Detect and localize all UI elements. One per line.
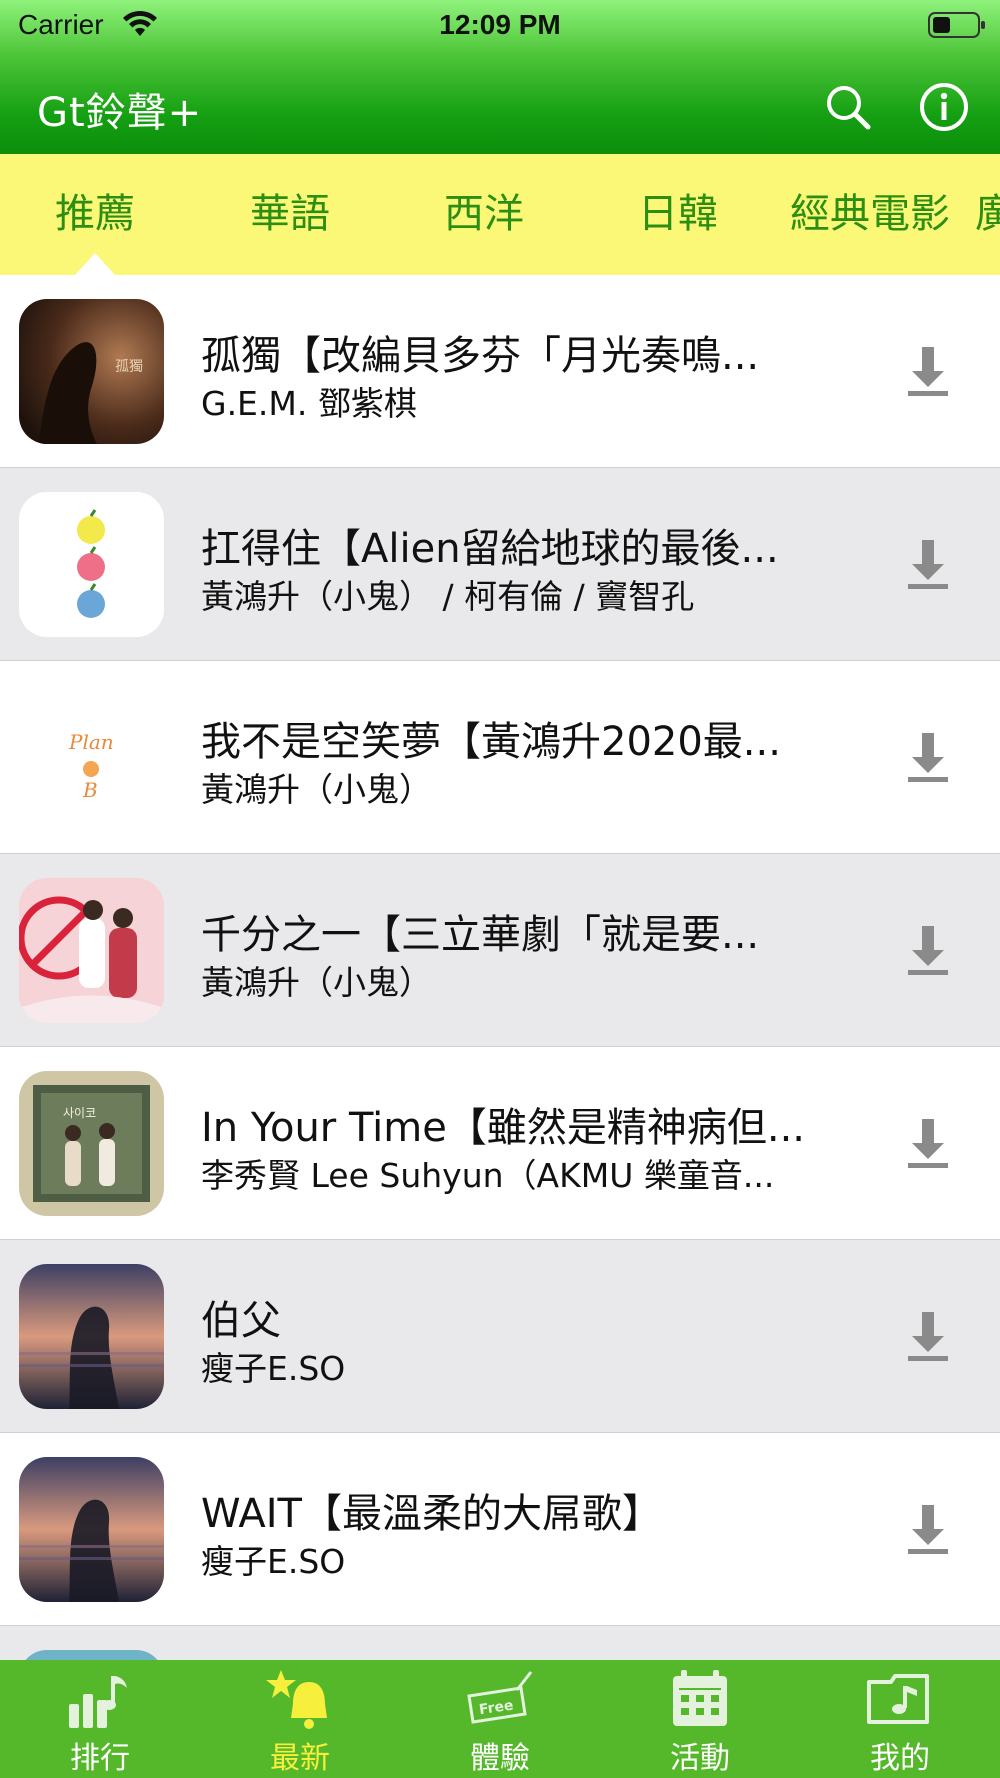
tab-japanese-korean[interactable]: 日韓 [581, 154, 775, 275]
album-art [19, 1650, 164, 1660]
star-bell-icon [266, 1670, 327, 1729]
free-ticket-icon: Free [467, 1671, 533, 1724]
album-art [19, 492, 164, 637]
download-icon[interactable] [904, 731, 952, 783]
selected-tab-indicator [75, 253, 115, 275]
bottom-tab-bar: 排行 最新 Free 體驗 活動 我的 [0, 1660, 1000, 1778]
tab-label: 體驗 [470, 1741, 530, 1776]
tab-cantonese[interactable]: 廣 [975, 154, 1000, 275]
song-row[interactable]: 千分之一【三立華劇「就是要... 黃鴻升（小鬼） [0, 854, 1000, 1047]
tab-label: 最新 [270, 1741, 330, 1776]
tab-label: 排行 [70, 1741, 130, 1776]
download-icon[interactable] [904, 1503, 952, 1555]
song-artist: 黃鴻升（小鬼） [201, 963, 432, 1002]
song-row[interactable]: Plan B 我不是空笑夢【黃鴻升2020最... 黃鴻升（小鬼） [0, 661, 1000, 854]
song-row[interactable]: 孤獨 孤獨【改編貝多芬「月光奏鳴... G.E.M. 鄧紫棋 [0, 275, 1000, 468]
app-screen: Carrier 12:09 PM Gt鈴聲+ 推薦 華語 西洋 日韓 經典電影 … [0, 0, 1000, 1778]
tab-experience[interactable]: Free 體驗 [400, 1660, 600, 1778]
tab-events[interactable]: 活動 [600, 1660, 800, 1778]
song-row[interactable]: 扛得住【Alien留給地球的最後... 黃鴻升（小鬼） / 柯有倫 / 竇智孔 [0, 468, 1000, 661]
download-icon[interactable] [904, 345, 952, 397]
album-art: Plan B [19, 685, 164, 830]
download-icon[interactable] [904, 1310, 952, 1362]
song-title: 扛得住【Alien留給地球的最後... [201, 526, 779, 572]
tab-label: 我的 [870, 1741, 930, 1776]
svg-text:사이코: 사이코 [63, 1106, 96, 1120]
song-row[interactable]: 伯父 瘦子E.SO [0, 1240, 1000, 1433]
info-icon [920, 83, 968, 131]
tab-mandarin[interactable]: 華語 [193, 154, 387, 275]
song-list[interactable]: 孤獨 孤獨【改編貝多芬「月光奏鳴... G.E.M. 鄧紫棋 扛得住【Alien… [0, 275, 1000, 1660]
song-title: 孤獨【改編貝多芬「月光奏鳴... [201, 333, 760, 379]
song-artist: 李秀賢 Lee Suhyun（AKMU 樂童音... [201, 1156, 775, 1195]
song-title: 千分之一【三立華劇「就是要... [201, 912, 760, 958]
category-tab-bar: 推薦 華語 西洋 日韓 經典電影 廣 [0, 154, 1000, 275]
svg-text:Plan: Plan [68, 730, 114, 754]
search-button[interactable] [820, 79, 876, 135]
download-icon[interactable] [904, 924, 952, 976]
chart-music-icon [69, 1676, 127, 1728]
song-title: WAIT【最溫柔的大屌歌】 [201, 1491, 662, 1537]
song-artist: 瘦子E.SO [201, 1349, 346, 1388]
header: Carrier 12:09 PM Gt鈴聲+ [0, 0, 1000, 154]
battery-icon [928, 12, 985, 38]
tab-label: 活動 [670, 1741, 730, 1776]
song-title: 伯父 [201, 1298, 281, 1344]
music-folder-icon [867, 1674, 929, 1724]
status-bar: Carrier 12:09 PM [0, 0, 1000, 50]
tab-latest[interactable]: 最新 [200, 1660, 400, 1778]
search-icon [827, 86, 871, 130]
tab-mine[interactable]: 我的 [800, 1660, 1000, 1778]
album-art: 사이코 [19, 1071, 164, 1216]
tab-western[interactable]: 西洋 [387, 154, 581, 275]
song-artist: 黃鴻升（小鬼） [201, 770, 432, 809]
info-button[interactable] [916, 79, 972, 135]
song-row[interactable]: 사이코 In Your Time【雖然是精神病但... 李秀賢 Lee Suhy… [0, 1047, 1000, 1240]
song-title: 我不是空笑夢【黃鴻升2020最... [201, 719, 781, 765]
song-artist: G.E.M. 鄧紫棋 [201, 384, 417, 423]
tab-ranking[interactable]: 排行 [0, 1660, 200, 1778]
download-icon[interactable] [904, 1117, 952, 1169]
calendar-icon [673, 1670, 727, 1726]
song-title: In Your Time【雖然是精神病但... [201, 1105, 806, 1151]
status-time: 12:09 PM [439, 9, 561, 40]
song-row[interactable]: WAIT【最溫柔的大屌歌】 瘦子E.SO [0, 1433, 1000, 1626]
song-artist: 黃鴻升（小鬼） / 柯有倫 / 竇智孔 [201, 577, 695, 616]
album-art: 孤獨 [19, 299, 164, 444]
album-art [19, 1264, 164, 1409]
download-icon[interactable] [904, 538, 952, 590]
app-title: Gt鈴聲+ [37, 90, 203, 136]
svg-text:B: B [82, 778, 98, 802]
song-row[interactable] [0, 1626, 1000, 1660]
tab-classic-movies[interactable]: 經典電影 [775, 154, 965, 275]
album-art [19, 1457, 164, 1602]
song-artist: 瘦子E.SO [201, 1542, 346, 1581]
album-art [19, 878, 164, 1023]
svg-text:孤獨: 孤獨 [115, 359, 143, 375]
